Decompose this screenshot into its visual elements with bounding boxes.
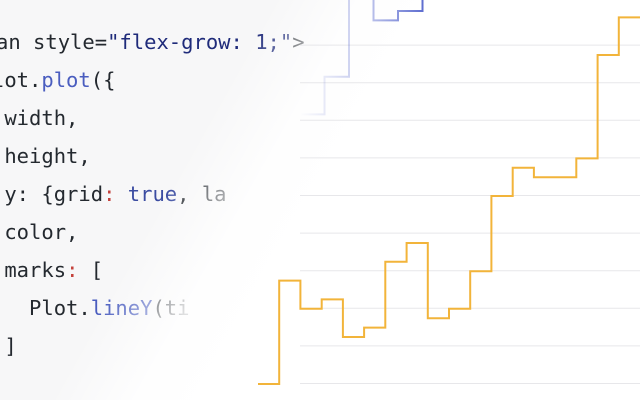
chart-background <box>0 0 640 400</box>
hero-banner: an style="flex-grow: 1;">lot.plot({ widt… <box>0 0 640 400</box>
step-line-chart <box>0 0 640 400</box>
